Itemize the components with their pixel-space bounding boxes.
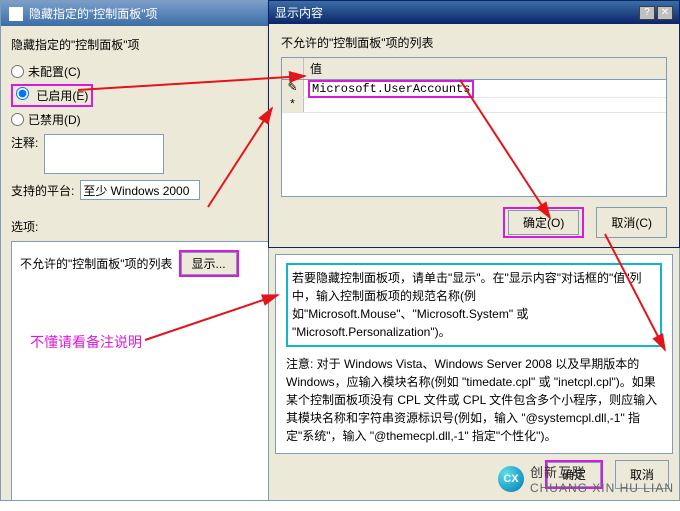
dialog-cancel-button[interactable]: 取消(C) <box>596 207 667 238</box>
dialog-buttons: 确定(O) 取消(C) <box>281 207 667 238</box>
options-panel: 不允许的"控制面板"项的列表 显示... <box>11 241 269 501</box>
radio-unconfigured-row[interactable]: 未配置(C) <box>11 63 269 80</box>
policy-title-text: 隐藏指定的"控制面板"项 <box>29 5 158 22</box>
grid-row-1-value[interactable]: Microsoft.UserAccounts <box>308 80 474 98</box>
radio-unconfigured-label: 未配置(C) <box>28 63 81 80</box>
close-icon[interactable]: ✕ <box>657 6 673 20</box>
value-grid[interactable]: 值 ✎ Microsoft.UserAccounts * <box>281 57 667 197</box>
annotation-text: 不懂请看备注说明 <box>30 332 142 352</box>
help-icon[interactable]: ? <box>639 6 655 20</box>
highlight-show-button: 显示... <box>179 250 239 277</box>
help-para-2: 注意: 对于 Windows Vista、Windows Server 2008… <box>286 355 662 445</box>
dialog-caption-buttons: ? ✕ <box>639 6 673 20</box>
grid-col-value: 值 <box>304 58 666 79</box>
policy-heading: 隐藏指定的"控制面板"项 <box>11 36 269 53</box>
radio-enabled-label: 已启用(E) <box>36 89 88 103</box>
dialog-title-bar: 显示内容 ? ✕ <box>269 1 679 24</box>
list-label: 不允许的"控制面板"项的列表 <box>20 255 173 272</box>
highlight-enabled: 已启用(E) <box>11 84 93 107</box>
radio-enabled-row[interactable]: 已启用(E) <box>11 84 269 107</box>
policy-body: 隐藏指定的"控制面板"项 未配置(C) 已启用(E) 已禁用(D) 注释: 支持… <box>1 26 279 511</box>
watermark-cn: 创新互联 <box>530 462 674 481</box>
dialog-subtitle: 不允许的"控制面板"项的列表 <box>281 34 667 51</box>
platform-label: 支持的平台: <box>11 182 74 199</box>
grid-corner <box>282 58 304 79</box>
help-para-3: 在 MSDN 的 http://go.microsoft.com/fwlink/… <box>286 453 662 454</box>
policy-title-bar: 隐藏指定的"控制面板"项 <box>1 1 279 26</box>
grid-row-2-cell[interactable] <box>304 98 666 112</box>
grid-row-1-marker: ✎ <box>282 80 304 97</box>
radio-disabled[interactable] <box>11 113 24 126</box>
comment-textarea[interactable] <box>44 134 164 174</box>
radio-disabled-row[interactable]: 已禁用(D) <box>11 111 269 128</box>
grid-row-2-marker: * <box>282 98 304 112</box>
comment-label: 注释: <box>11 134 38 151</box>
list-row: 不允许的"控制面板"项的列表 显示... <box>20 250 260 277</box>
platform-field <box>80 180 200 200</box>
platform-row: 支持的平台: <box>11 180 269 200</box>
show-content-dialog: 显示内容 ? ✕ 不允许的"控制面板"项的列表 值 ✎ Microsoft.Us… <box>268 0 680 248</box>
grid-header: 值 <box>282 58 666 80</box>
dialog-body: 不允许的"控制面板"项的列表 值 ✎ Microsoft.UserAccount… <box>269 24 679 248</box>
grid-row-1-cell[interactable]: Microsoft.UserAccounts <box>304 80 666 97</box>
watermark-text: 创新互联 CHUANG XIN HU LIAN <box>530 462 674 495</box>
help-highlight-box: 若要隐藏控制面板项，请单击"显示"。在"显示内容"对话框的"值"列中，输入控制面… <box>286 263 662 347</box>
options-label: 选项: <box>11 218 269 235</box>
radio-unconfigured[interactable] <box>11 65 24 78</box>
show-button[interactable]: 显示... <box>181 252 237 275</box>
window-icon <box>9 7 23 21</box>
grid-row-2[interactable]: * <box>282 98 666 113</box>
watermark-logo: CX <box>498 466 524 492</box>
comment-row: 注释: <box>11 134 269 174</box>
dialog-title-text: 显示内容 <box>275 4 323 21</box>
policy-editor-window: 隐藏指定的"控制面板"项 隐藏指定的"控制面板"项 未配置(C) 已启用(E) … <box>0 0 280 501</box>
dialog-ok-button[interactable]: 确定(O) <box>508 210 579 235</box>
watermark-py: CHUANG XIN HU LIAN <box>530 481 674 495</box>
grid-row-1[interactable]: ✎ Microsoft.UserAccounts <box>282 80 666 98</box>
help-para-1: 若要隐藏控制面板项，请单击"显示"。在"显示内容"对话框的"值"列中，输入控制面… <box>292 271 642 339</box>
radio-enabled[interactable] <box>16 87 29 100</box>
help-text: 若要隐藏控制面板项，请单击"显示"。在"显示内容"对话框的"值"列中，输入控制面… <box>275 254 673 454</box>
watermark: CX 创新互联 CHUANG XIN HU LIAN <box>498 462 674 495</box>
radio-disabled-label: 已禁用(D) <box>28 111 81 128</box>
highlight-ok-button: 确定(O) <box>503 207 584 238</box>
